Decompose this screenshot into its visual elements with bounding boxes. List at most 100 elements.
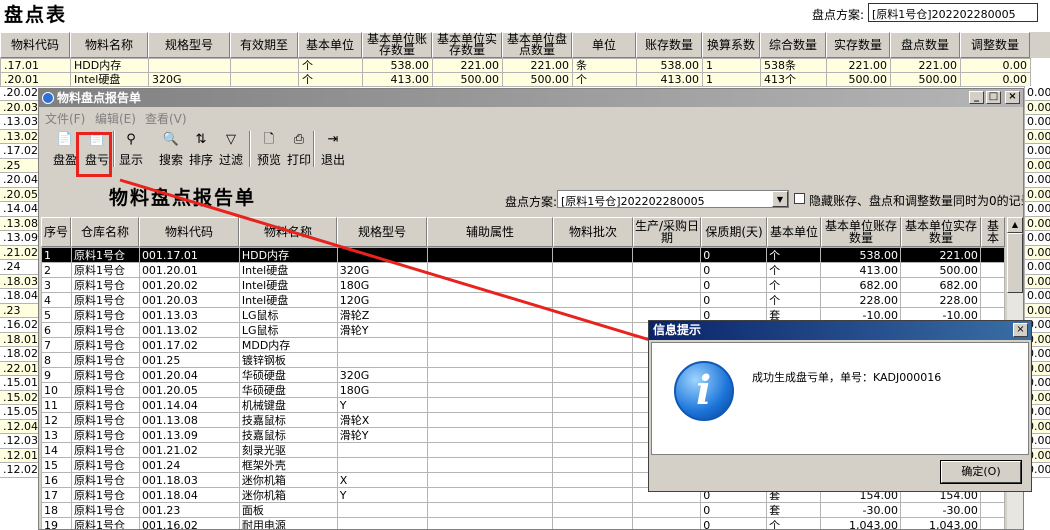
report-cell: 001.13.02 <box>138 322 240 338</box>
dialog-title[interactable]: 信息提示 <box>649 321 1031 340</box>
sheet-code-cell: .12.03 <box>0 434 40 449</box>
toolbar-separator <box>249 131 251 167</box>
report-col-header[interactable]: 仓库名称 <box>71 217 139 247</box>
sheet-col-header[interactable]: 单位 <box>572 32 636 58</box>
toolbar-button-label: 排序 <box>188 153 213 167</box>
sheet-col-header[interactable]: 账存数量 <box>636 32 702 58</box>
sheet-code-cell: .25 <box>0 158 40 173</box>
sheet-col-header[interactable]: 规格型号 <box>148 32 230 58</box>
report-col-header[interactable]: 物料名称 <box>239 217 337 247</box>
report-window-titlebar[interactable]: 物料盘点报告单 <box>39 89 1023 107</box>
report-cell: 技嘉鼠标 <box>238 427 338 443</box>
report-cell: 原料1号仓 <box>70 457 140 473</box>
sheet-code-cell: .20.03 <box>0 100 40 115</box>
sheet-code-cell: .15.05 <box>0 405 40 420</box>
report-row[interactable]: 19 原料1号仓 001.16.02 耐用电源 0 个 1,043.00 1,043.00 <box>41 517 1005 529</box>
report-col-header[interactable]: 物料代码 <box>139 217 239 247</box>
report-cell: 原料1号仓 <box>70 277 140 293</box>
sheet-col-header[interactable]: 换算系数 <box>702 32 760 58</box>
maximize-icon[interactable]: □ <box>986 91 1001 104</box>
report-cell: 221.00 <box>899 247 981 263</box>
report-row[interactable]: 18 原料1号仓 001.23 面板 0 套 -30.00 -30.00 <box>41 502 1005 518</box>
sheet-row[interactable]: .17.01 HDD内存个 538.00 221.00 221.00 条 538.00 1 53… <box>0 58 1031 73</box>
scroll-thumb[interactable] <box>1007 233 1023 293</box>
report-col-header[interactable]: 物料批次 <box>553 217 633 247</box>
report-cell: 0 <box>700 517 768 529</box>
toolbar-button-9[interactable]: ⇥ 退出 <box>317 129 349 169</box>
plan-select[interactable]: [原料1号仓]202202280005 <box>868 3 1038 22</box>
sheet-col-header[interactable]: 调整数量 <box>960 32 1030 58</box>
report-cell: LG鼠标 <box>238 322 338 338</box>
sheet-col-header[interactable]: 基本单位盘点数量 <box>502 32 572 58</box>
report-cell: 17 <box>41 487 72 503</box>
sheet-code-cell: .18.04 <box>0 289 40 304</box>
toolbar-button-3[interactable]: ⚲ 显示 <box>115 129 147 169</box>
report-col-header[interactable]: 基本 <box>981 217 1005 247</box>
chevron-down-icon[interactable]: ▼ <box>772 191 788 207</box>
hide-zero-checkbox[interactable] <box>794 193 805 204</box>
minimize-icon[interactable]: _ <box>969 91 984 104</box>
report-row[interactable]: 1 原料1号仓 001.17.01 HDD内存 0 个 538.00 221.00 <box>41 247 1005 263</box>
report-col-header[interactable]: 基本单位账存数量 <box>821 217 901 247</box>
sheet-cell: 221.00 <box>502 58 573 73</box>
binoculars-icon: ⚲ <box>126 132 136 147</box>
sheet-col-header[interactable]: 基本单位实存数量 <box>432 32 502 58</box>
sheet-cell: .20.01 <box>0 72 71 87</box>
report-col-header[interactable]: 规格型号 <box>337 217 427 247</box>
report-cell <box>552 352 634 368</box>
report-cell: 180G <box>336 277 428 293</box>
sheet-col-header[interactable]: 盘点数量 <box>890 32 960 58</box>
report-cell: 001.16.02 <box>138 517 240 529</box>
report-cell <box>552 367 634 383</box>
report-cell: 套 <box>766 502 822 518</box>
report-cell <box>979 247 1005 263</box>
report-col-header[interactable]: 生产/采购日期 <box>633 217 701 247</box>
sheet-col-header[interactable]: 物料名称 <box>70 32 148 58</box>
report-cell: 15 <box>41 457 72 473</box>
sheet-col-header[interactable]: 综合数量 <box>760 32 826 58</box>
sheet-col-header[interactable]: 实存数量 <box>826 32 890 58</box>
plan-label: 盘点方案: <box>812 8 865 22</box>
report-row[interactable]: 3 原料1号仓 001.20.02 Intel硬盘 180G 0 个 682.00 682.00 <box>41 277 1005 293</box>
toolbar-button-4[interactable]: 🔍 搜索 <box>155 129 187 169</box>
report-col-header[interactable]: 保质期(天) <box>701 217 767 247</box>
sheet-col-header[interactable]: 基本单位 <box>298 32 362 58</box>
report-col-header[interactable]: 基本单位实存数量 <box>901 217 981 247</box>
toolbar-button-6[interactable]: ▽ 过滤 <box>215 129 247 169</box>
menu-edit[interactable]: 编辑(E) <box>95 110 136 127</box>
sheet-col-header[interactable]: 物料代码 <box>0 32 70 58</box>
report-cell: 228.00 <box>899 292 981 308</box>
toolbar-button-5[interactable]: ⇅ 排序 <box>185 129 217 169</box>
sheet-cell: 1 <box>702 58 761 73</box>
report-cell: 0 <box>700 277 768 293</box>
toolbar-button-7[interactable]: 🗋 预览 <box>253 129 285 169</box>
menu-view[interactable]: 查看(V) <box>145 110 187 127</box>
sheet-row[interactable]: .20.01 Intel硬盘 320G 个 413.00 500.00 500.00 个 413… <box>0 72 1031 87</box>
report-cell <box>552 487 634 503</box>
report-col-header[interactable]: 序号 <box>41 217 71 247</box>
report-cell: 001.14.04 <box>138 397 240 413</box>
scroll-up-icon[interactable]: ▲ <box>1007 217 1023 233</box>
toolbar-button-8[interactable]: ⎙ 打印 <box>283 129 315 169</box>
report-cell: 原料1号仓 <box>70 502 140 518</box>
sheet-col-header[interactable]: 基本单位账存数量 <box>362 32 432 58</box>
highlight-box <box>76 132 112 177</box>
close-icon[interactable]: × <box>1013 323 1028 337</box>
ok-button[interactable]: 确定(O) <box>940 460 1022 484</box>
sheet-col-header[interactable]: 有效期至 <box>230 32 298 58</box>
report-cell <box>979 502 1005 518</box>
report-row[interactable]: 2 原料1号仓 001.20.01 Intel硬盘 320G 0 个 413.00 500.00 <box>41 262 1005 278</box>
close-icon[interactable]: × <box>1005 91 1020 104</box>
toolbar-button-label: 退出 <box>320 153 345 167</box>
menu-file[interactable]: 文件(F) <box>45 110 85 127</box>
report-cell <box>426 472 554 488</box>
report-col-header[interactable]: 基本单位 <box>767 217 821 247</box>
profit-doc-icon: 📄 <box>56 132 74 147</box>
report-cell: 001.18.04 <box>138 487 240 503</box>
report-cell: 11 <box>41 397 72 413</box>
report-plan-select[interactable]: [原料1号仓]202202280005 <box>557 190 789 208</box>
report-col-header[interactable]: 辅助属性 <box>427 217 553 247</box>
report-row[interactable]: 4 原料1号仓 001.20.03 Intel硬盘 120G 0 个 228.00 228.00 <box>41 292 1005 308</box>
report-cell <box>426 337 554 353</box>
sheet-code-cell: .15.02 <box>0 390 40 405</box>
